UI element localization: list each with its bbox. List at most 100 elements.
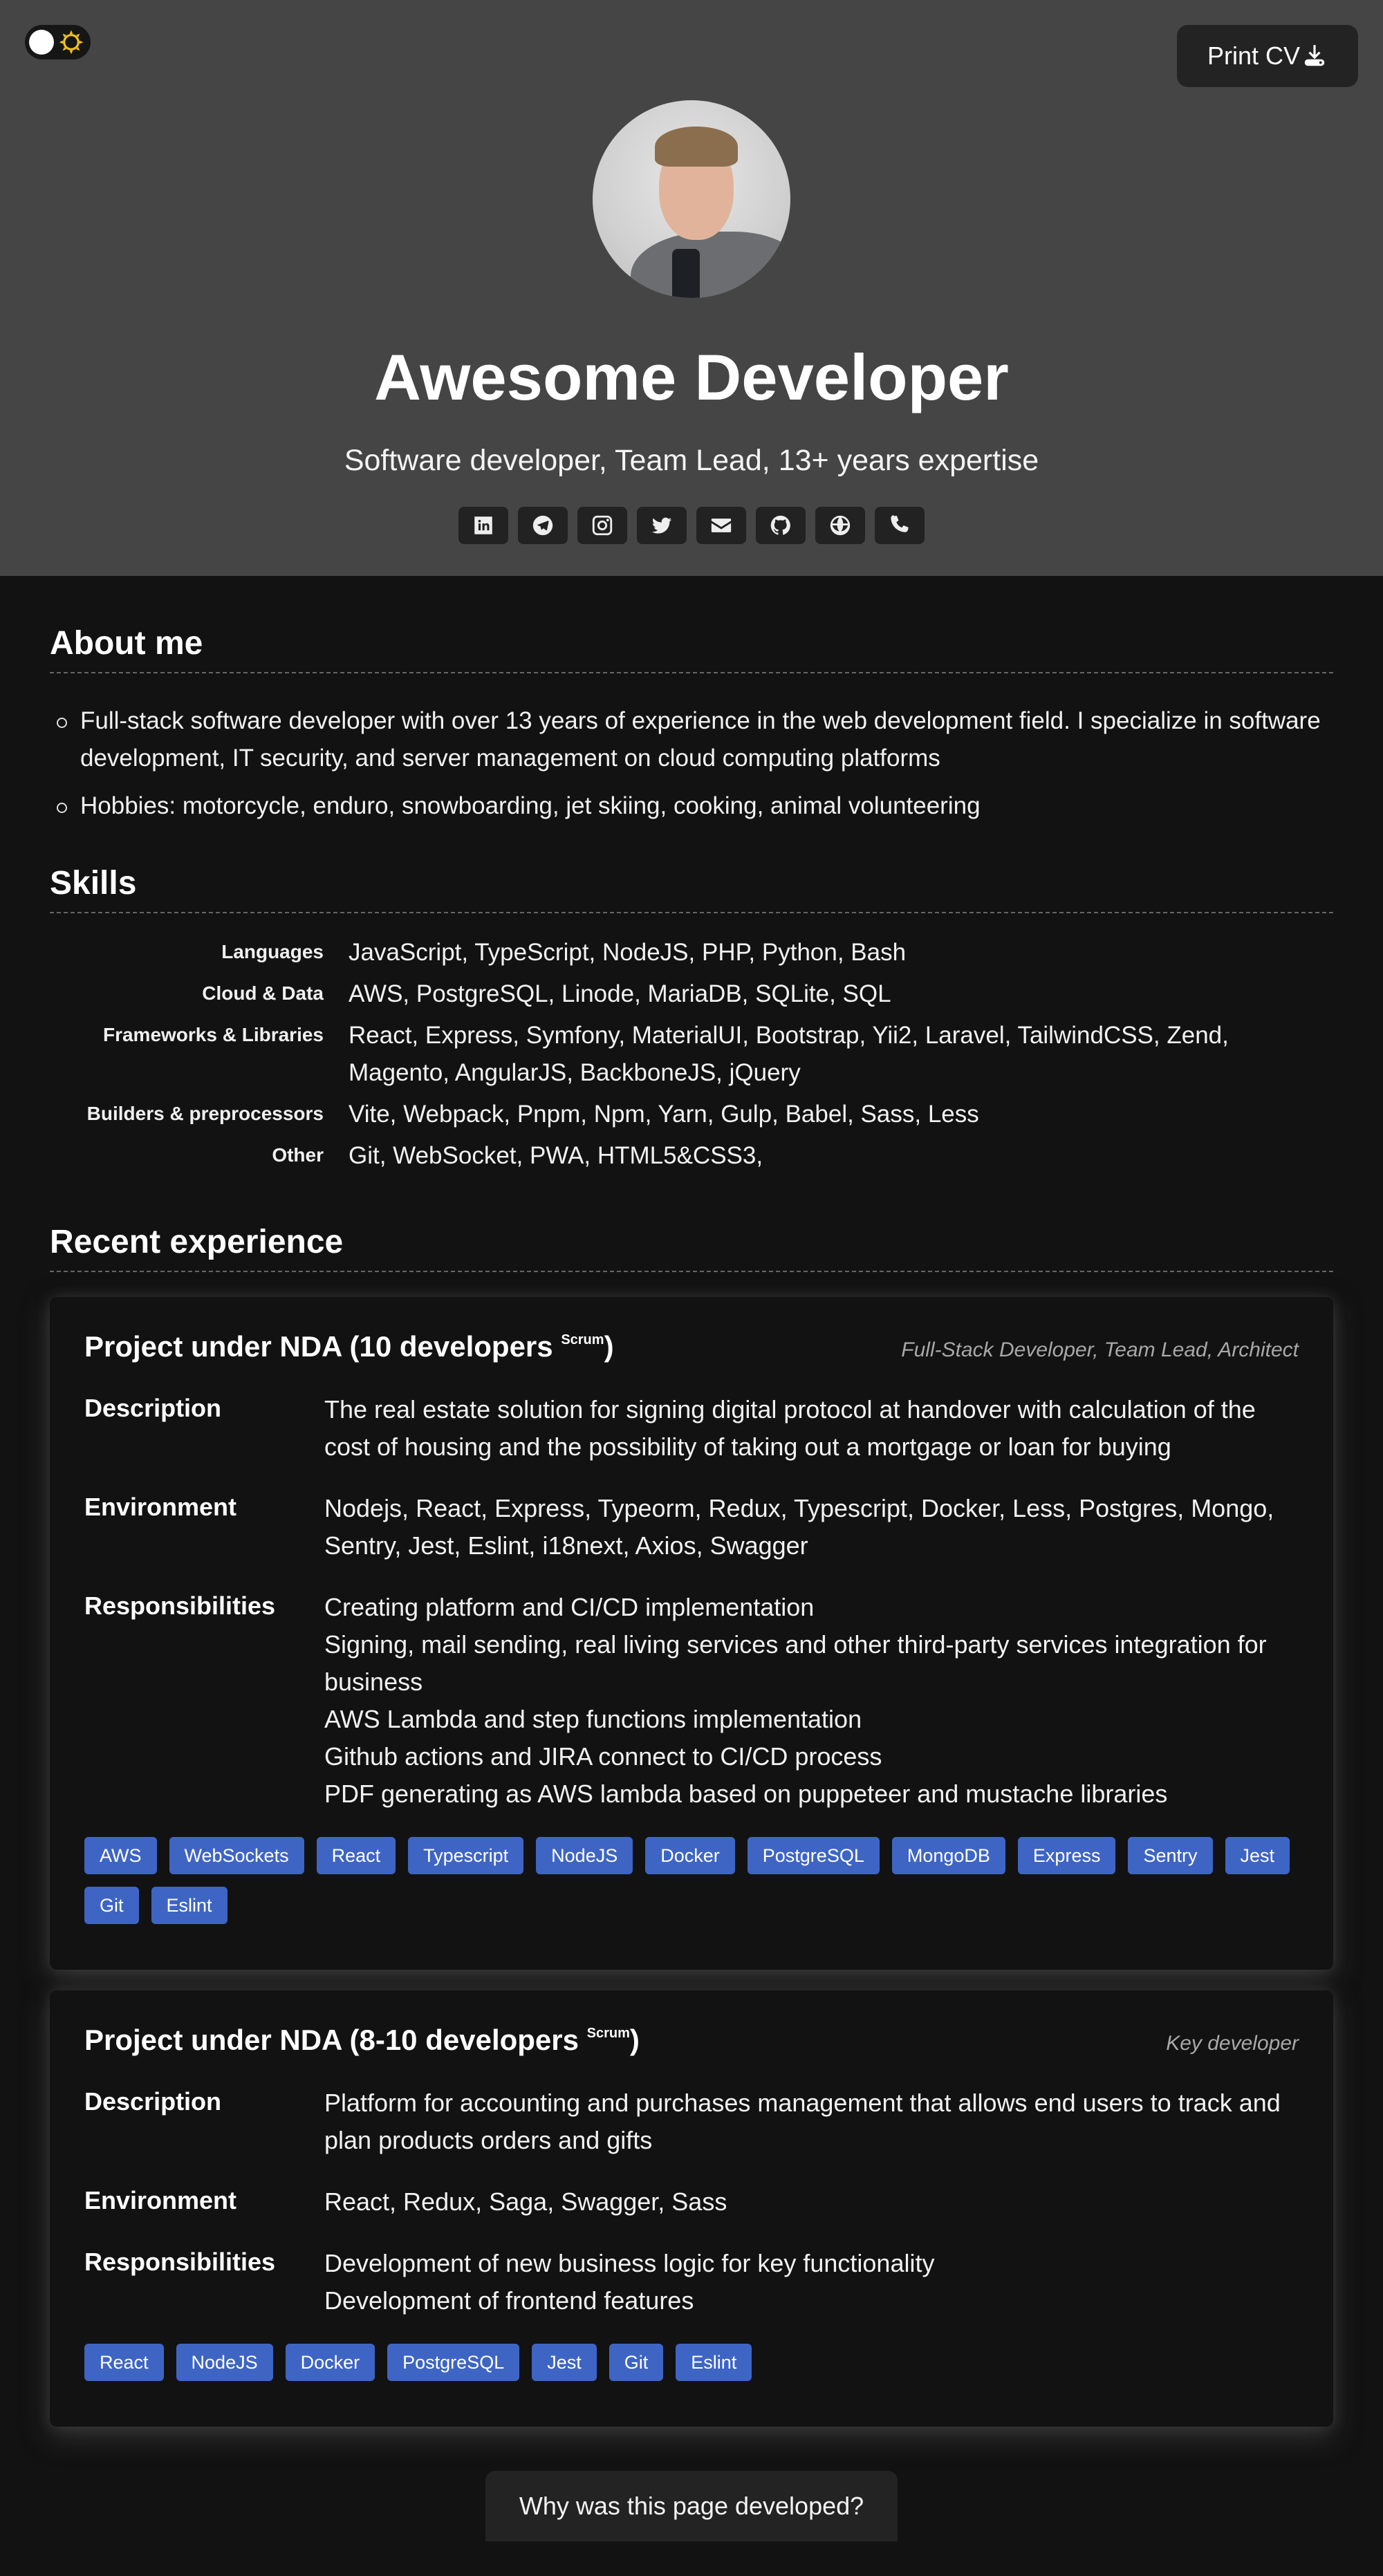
experience-title: Recent experience [50,1179,1333,1272]
environment-row: Environment Nodejs, React, Express, Type… [84,1490,1299,1565]
github-link[interactable] [756,507,806,544]
responsibility-item: Development of frontend features [324,2286,694,2315]
responsibility-item: Development of new business logic for ke… [324,2249,935,2277]
print-cv-label: Print CV [1207,41,1301,70]
environment-label: Environment [84,1493,237,1521]
about-item: Full-stack software developer with over … [50,702,1333,777]
toggle-knob [29,30,54,55]
globe-icon [830,515,851,536]
skill-label: Languages [221,941,324,962]
responsibilities-row: Responsibilities Development of new busi… [84,2245,1299,2320]
responsibility-item: Github actions and JIRA connect to CI/CD… [324,1742,882,1771]
responsibilities-list: Creating platform and CI/CD implementati… [324,1589,1299,1813]
instagram-link[interactable] [577,507,627,544]
skill-value: JavaScript, TypeScript, NodeJS, PHP, Pyt… [349,939,907,966]
skill-row: Cloud & Data AWS, PostgreSQL, Linode, Ma… [50,976,1333,1013]
skill-row: Frameworks & Libraries React, Express, S… [50,1017,1333,1092]
social-links [0,507,1383,544]
linkedin-link[interactable] [458,507,508,544]
avatar-tee [672,249,700,298]
project-header: Project under NDA (8-10 developers Scrum… [84,2024,1299,2057]
tech-tag[interactable]: AWS [84,1837,157,1874]
tech-tag[interactable]: Typescript [408,1837,524,1874]
email-link[interactable] [696,507,746,544]
tech-tag[interactable]: Git [609,2344,664,2381]
about-item: Hobbies: motorcycle, enduro, snowboardin… [50,787,1333,825]
why-page-developed-button[interactable]: Why was this page developed? [485,2471,898,2541]
profile-name: Awesome Developer [374,341,1009,413]
skill-value: Git, WebSocket, PWA, HTML5&CSS3, [349,1142,763,1169]
skills-title: Skills [50,835,1333,913]
responsibility-item: AWS Lambda and step functions implementa… [324,1705,862,1733]
linkedin-icon [474,516,492,534]
description-label: Description [84,1394,222,1422]
responsibilities-row: Responsibilities Creating platform and C… [84,1589,1299,1813]
tech-tag[interactable]: MongoDB [891,1837,1005,1874]
avatar-hair [655,127,738,167]
tech-tag[interactable]: WebSockets [169,1837,304,1874]
website-link[interactable] [815,507,865,544]
tech-tag[interactable]: Git [84,1887,139,1924]
tech-tag[interactable]: React [84,2344,164,2381]
sun-icon [59,30,84,55]
about-title: About me [50,576,1333,673]
profile-header: Print CV Awesome Developer Software deve… [0,0,1383,576]
telegram-link[interactable] [518,507,568,544]
theme-toggle[interactable] [25,25,91,59]
description-value: Platform for accounting and purchases ma… [324,2089,1281,2154]
project-header: Project under NDA (10 developers Scrum) … [84,1330,1299,1363]
experience-section: Recent experience Project under NDA (10 … [50,1179,1333,2427]
tech-tag[interactable]: React [316,1837,396,1874]
tech-tag[interactable]: Express [1017,1837,1116,1874]
description-row: Description Platform for accounting and … [84,2084,1299,2159]
download-icon [1304,45,1325,66]
methodology-badge: Scrum [586,2026,630,2041]
project-title: Project under NDA (8-10 developers Scrum… [84,2024,640,2057]
tech-tag[interactable]: Docker [285,2344,375,2381]
phone-link[interactable] [875,507,925,544]
twitter-link[interactable] [637,507,687,544]
responsibility-item: Signing, mail sending, real living servi… [324,1630,1267,1696]
skill-value: Vite, Webpack, Pnpm, Npm, Yarn, Gulp, Ba… [349,1101,979,1128]
tech-tag[interactable]: PostgreSQL [747,1837,880,1874]
tech-tag[interactable]: Jest [532,2344,597,2381]
avatar-shirt [631,232,790,298]
skills-table: Languages JavaScript, TypeScript, NodeJS… [50,934,1333,1175]
project-card: Project under NDA (10 developers Scrum) … [50,1297,1333,1970]
tech-tags: AWS WebSockets React Typescript NodeJS D… [84,1837,1299,1924]
tech-tag[interactable]: Sentry [1128,1837,1213,1874]
about-list: Full-stack software developer with over … [50,702,1333,825]
envelope-icon [711,519,732,532]
skill-row: Languages JavaScript, TypeScript, NodeJS… [50,934,1333,971]
page-footer: Why was this page developed? [50,2471,1333,2541]
about-section: About me Full-stack software developer w… [50,576,1333,825]
tech-tag[interactable]: NodeJS [176,2344,273,2381]
project-role: Key developer [1166,2032,1299,2055]
responsibilities-list: Development of new business logic for ke… [324,2245,1299,2320]
responsibility-item: Creating platform and CI/CD implementati… [324,1593,815,1621]
methodology-badge: Scrum [561,1332,604,1347]
cv-content: About me Full-stack software developer w… [0,576,1383,2541]
environment-value: React, Redux, Saga, Swagger, Sass [324,2187,727,2216]
tech-tag[interactable]: Jest [1225,1837,1290,1874]
project-title-text: Project under NDA (10 developers [84,1330,561,1363]
description-label: Description [84,2087,222,2116]
tech-tag[interactable]: NodeJS [536,1837,633,1874]
project-title-close: ) [604,1330,614,1363]
project-title-close: ) [629,2024,640,2056]
project-title-text: Project under NDA (8-10 developers [84,2024,587,2056]
tech-tag[interactable]: Eslint [151,1887,228,1924]
skill-label: Other [272,1144,324,1166]
skill-value: AWS, PostgreSQL, Linode, MariaDB, SQLite… [349,980,891,1007]
tech-tag[interactable]: PostgreSQL [387,2344,520,2381]
github-icon [770,515,790,535]
description-row: Description The real estate solution for… [84,1391,1299,1466]
profile-subtitle: Software developer, Team Lead, 13+ years… [344,444,1039,477]
tech-tag[interactable]: Docker [645,1837,735,1874]
environment-value: Nodejs, React, Express, Typeorm, Redux, … [324,1494,1274,1560]
instagram-icon [592,515,613,536]
print-cv-button[interactable]: Print CV [1177,25,1358,87]
skill-row: Other Git, WebSocket, PWA, HTML5&CSS3, [50,1137,1333,1175]
twitter-icon [651,517,672,534]
tech-tag[interactable]: Eslint [676,2344,752,2381]
